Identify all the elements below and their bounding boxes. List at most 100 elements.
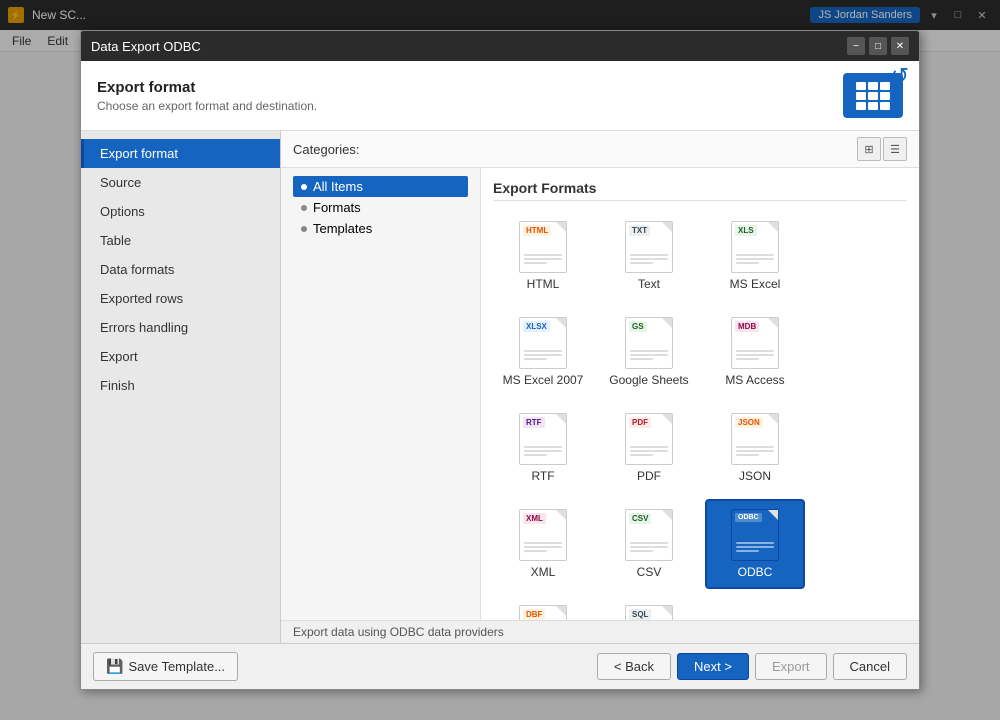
format-label-pdf: PDF bbox=[637, 469, 661, 483]
format-tag-xls: XLS bbox=[735, 225, 757, 236]
dialog-header: Export format Choose an export format an… bbox=[81, 61, 919, 131]
format-label-html: HTML bbox=[527, 277, 560, 291]
dialog-statusbar: Export data using ODBC data providers bbox=[281, 620, 919, 643]
format-lines-pdf bbox=[630, 446, 668, 458]
format-mdb[interactable]: MDB MS Access bbox=[705, 307, 805, 397]
format-tag-odbc: ODBC bbox=[735, 513, 762, 522]
dialog-main: Categories: ⊞ ☰ All Items bbox=[281, 131, 919, 643]
format-txt[interactable]: TXT Text bbox=[599, 211, 699, 301]
format-tag-rtf: RTF bbox=[523, 417, 545, 428]
categories-bar: Categories: ⊞ ☰ bbox=[281, 131, 919, 168]
format-rtf[interactable]: RTF RTF bbox=[493, 403, 593, 493]
dialog-maximize-button[interactable]: □ bbox=[869, 37, 887, 55]
format-xls[interactable]: XLS MS Excel bbox=[705, 211, 805, 301]
format-json[interactable]: JSON JSON bbox=[705, 403, 805, 493]
dialog-header-subtitle: Choose an export format and destination. bbox=[97, 99, 317, 113]
dialog-title: Data Export ODBC bbox=[91, 39, 201, 54]
save-template-button[interactable]: 💾 Save Template... bbox=[93, 652, 238, 681]
format-xlsx[interactable]: XLSX MS Excel 2007 bbox=[493, 307, 593, 397]
format-icon-gs: GS bbox=[625, 317, 673, 369]
format-icon-xls: XLS bbox=[731, 221, 779, 273]
format-tag-xlsx: XLSX bbox=[523, 321, 550, 332]
format-tag-html: HTML bbox=[523, 225, 551, 236]
format-icon-sql: SQL bbox=[625, 605, 673, 620]
dialog-header-text: Export format Choose an export format an… bbox=[97, 79, 317, 113]
format-lines-xlsx bbox=[524, 350, 562, 362]
dialog-header-title: Export format bbox=[97, 79, 317, 96]
next-button[interactable]: Next > bbox=[677, 653, 749, 680]
export-button[interactable]: Export bbox=[755, 653, 827, 680]
format-icon-dbf: DBF bbox=[519, 605, 567, 620]
refresh-icon: ↺ bbox=[891, 63, 909, 89]
format-lines-mdb bbox=[736, 350, 774, 362]
format-label-mdb: MS Access bbox=[725, 373, 784, 387]
format-label-odbc: ODBC bbox=[738, 565, 773, 579]
step-source[interactable]: Source bbox=[81, 168, 280, 197]
format-dbf[interactable]: DBF DBF bbox=[493, 595, 593, 620]
dialog-title-buttons: − □ ✕ bbox=[847, 37, 909, 55]
step-finish[interactable]: Finish bbox=[81, 371, 280, 400]
format-tag-dbf: DBF bbox=[523, 609, 545, 620]
format-tag-mdb: MDB bbox=[735, 321, 759, 332]
format-tag-txt: TXT bbox=[629, 225, 650, 236]
format-lines-json bbox=[736, 446, 774, 458]
floppy-icon: 💾 bbox=[106, 658, 123, 675]
dialog-body: Export format Source Options Table Data … bbox=[81, 131, 919, 643]
format-label-xls: MS Excel bbox=[730, 277, 781, 291]
format-odbc[interactable]: ODBC ODBC bbox=[705, 499, 805, 589]
step-export[interactable]: Export bbox=[81, 342, 280, 371]
back-button[interactable]: < Back bbox=[597, 653, 671, 680]
format-tag-sql: SQL bbox=[629, 609, 651, 620]
step-export-format[interactable]: Export format bbox=[81, 139, 280, 168]
cat-formats-label: Formats bbox=[313, 200, 361, 215]
step-options[interactable]: Options bbox=[81, 197, 280, 226]
save-template-label: Save Template... bbox=[128, 659, 225, 674]
cancel-button[interactable]: Cancel bbox=[833, 653, 907, 680]
format-html[interactable]: HTML HTML bbox=[493, 211, 593, 301]
step-table[interactable]: Table bbox=[81, 226, 280, 255]
step-errors-handling[interactable]: Errors handling bbox=[81, 313, 280, 342]
grid-view-button[interactable]: ⊞ bbox=[857, 137, 881, 161]
step-exported-rows[interactable]: Exported rows bbox=[81, 284, 280, 313]
format-lines-odbc bbox=[736, 542, 774, 554]
format-label-csv: CSV bbox=[637, 565, 662, 579]
format-label-txt: Text bbox=[638, 277, 660, 291]
format-csv[interactable]: CSV CSV bbox=[599, 499, 699, 589]
dialog-titlebar: Data Export ODBC − □ ✕ bbox=[81, 31, 919, 61]
dialog-header-icon: ↺ bbox=[843, 73, 903, 118]
format-lines-txt bbox=[630, 254, 668, 266]
dialog-minimize-button[interactable]: − bbox=[847, 37, 865, 55]
format-tag-pdf: PDF bbox=[629, 417, 651, 428]
format-lines-csv bbox=[630, 542, 668, 554]
format-xml[interactable]: XML XML bbox=[493, 499, 593, 589]
format-tag-gs: GS bbox=[629, 321, 647, 332]
format-sql[interactable]: SQL SQL bbox=[599, 595, 699, 620]
format-grid: HTML HTML bbox=[493, 211, 907, 620]
format-pdf[interactable]: PDF PDF bbox=[599, 403, 699, 493]
format-label-rtf: RTF bbox=[531, 469, 554, 483]
format-gs[interactable]: GS Google Sheets bbox=[599, 307, 699, 397]
format-area: Export Formats HTML bbox=[481, 168, 919, 620]
format-label-gs: Google Sheets bbox=[609, 373, 688, 387]
format-lines-xml bbox=[524, 542, 562, 554]
format-icon-json: JSON bbox=[731, 413, 779, 465]
dialog: Data Export ODBC − □ ✕ Export format Cho… bbox=[80, 30, 920, 690]
list-view-button[interactable]: ☰ bbox=[883, 137, 907, 161]
format-lines-gs bbox=[630, 350, 668, 362]
category-formats[interactable]: Formats bbox=[293, 197, 468, 218]
category-templates[interactable]: Templates bbox=[293, 218, 468, 239]
step-data-formats[interactable]: Data formats bbox=[81, 255, 280, 284]
format-icon-odbc: ODBC bbox=[731, 509, 779, 561]
footer-right: < Back Next > Export Cancel bbox=[597, 653, 907, 680]
format-label-xlsx: MS Excel 2007 bbox=[503, 373, 584, 387]
cat-bullet-templates bbox=[301, 226, 307, 232]
categories-label: Categories: bbox=[293, 142, 359, 157]
footer-left: 💾 Save Template... bbox=[93, 652, 238, 681]
dialog-footer: 💾 Save Template... < Back Next > Export … bbox=[81, 643, 919, 689]
dialog-close-button[interactable]: ✕ bbox=[891, 37, 909, 55]
format-lines-xls bbox=[736, 254, 774, 266]
category-all-items[interactable]: All Items bbox=[293, 176, 468, 197]
format-icon-xml: XML bbox=[519, 509, 567, 561]
format-label-json: JSON bbox=[739, 469, 771, 483]
grid-icon bbox=[850, 76, 896, 116]
